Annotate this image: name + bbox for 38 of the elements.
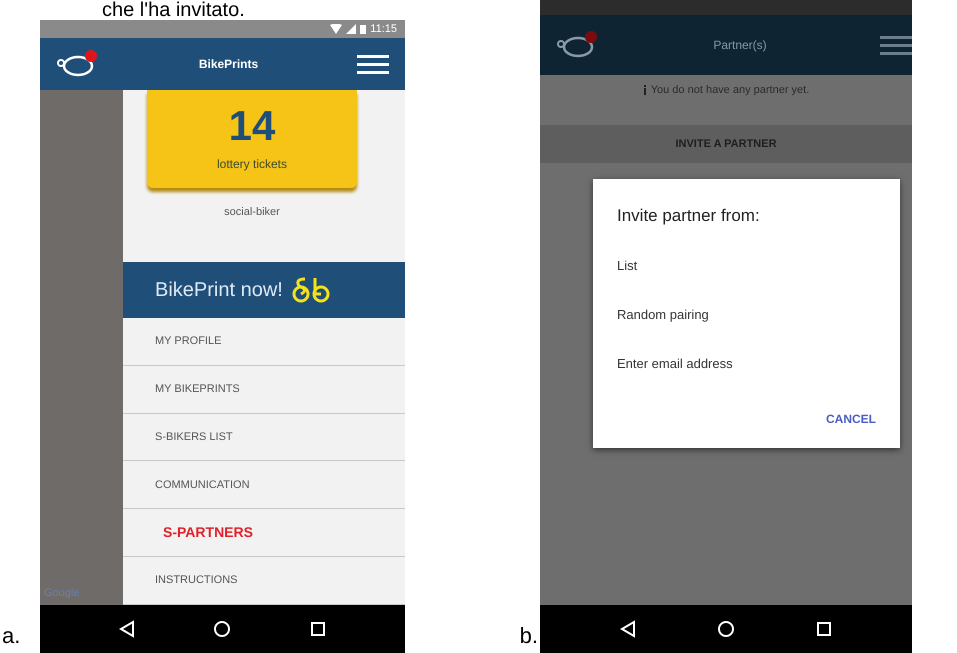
notice-text: You do not have any partner yet. bbox=[650, 82, 810, 98]
bike-logo-icon[interactable] bbox=[56, 49, 100, 79]
info-icon bbox=[642, 85, 647, 95]
wifi-icon bbox=[330, 24, 342, 34]
banner-text: BikePrint now! bbox=[155, 278, 283, 303]
map-attribution: Google bbox=[44, 586, 80, 600]
dialog-option[interactable]: List bbox=[617, 240, 638, 290]
username: social-biker bbox=[224, 205, 280, 220]
ticket-caption: lottery tickets bbox=[216, 156, 288, 173]
ticket-count: 14 bbox=[228, 105, 276, 147]
home-icon[interactable] bbox=[716, 620, 735, 638]
bike-logo-icon[interactable] bbox=[556, 30, 600, 60]
signal-icon bbox=[346, 24, 356, 34]
figure-label: a. bbox=[2, 625, 22, 647]
dialog-option[interactable]: Random pairing bbox=[617, 290, 709, 338]
menu-item[interactable]: S-PARTNERS bbox=[123, 509, 405, 558]
menu-item[interactable]: S-BIKERS LIST bbox=[123, 414, 405, 462]
dialog-option[interactable]: Enter email address bbox=[617, 338, 733, 388]
bikeprint-now-banner[interactable]: BikePrint now! bbox=[123, 262, 405, 318]
app-title: Partner(s) bbox=[713, 37, 767, 54]
battery-icon bbox=[360, 24, 366, 34]
back-icon[interactable] bbox=[119, 620, 136, 638]
recent-apps-icon[interactable] bbox=[816, 621, 832, 637]
bicycle-icon bbox=[290, 276, 331, 304]
cancel-button[interactable]: CANCEL bbox=[826, 410, 876, 428]
caption-text: che l'ha invitato. bbox=[102, 0, 245, 20]
menu-icon[interactable] bbox=[356, 54, 389, 74]
figure-label: b. bbox=[520, 625, 538, 647]
status-time: 11:15 bbox=[370, 22, 397, 37]
home-icon[interactable] bbox=[213, 620, 232, 638]
menu-item[interactable]: COMMUNICATION bbox=[123, 461, 405, 510]
app-title: BikePrints bbox=[198, 56, 258, 73]
dialog-title: Invite partner from: bbox=[617, 205, 761, 227]
menu-item[interactable]: MY BIKEPRINTS bbox=[123, 366, 405, 414]
back-icon[interactable] bbox=[620, 620, 636, 638]
menu-item[interactable]: MY PROFILE bbox=[123, 318, 405, 366]
recent-apps-icon[interactable] bbox=[310, 621, 326, 637]
menu-icon[interactable] bbox=[880, 36, 912, 54]
